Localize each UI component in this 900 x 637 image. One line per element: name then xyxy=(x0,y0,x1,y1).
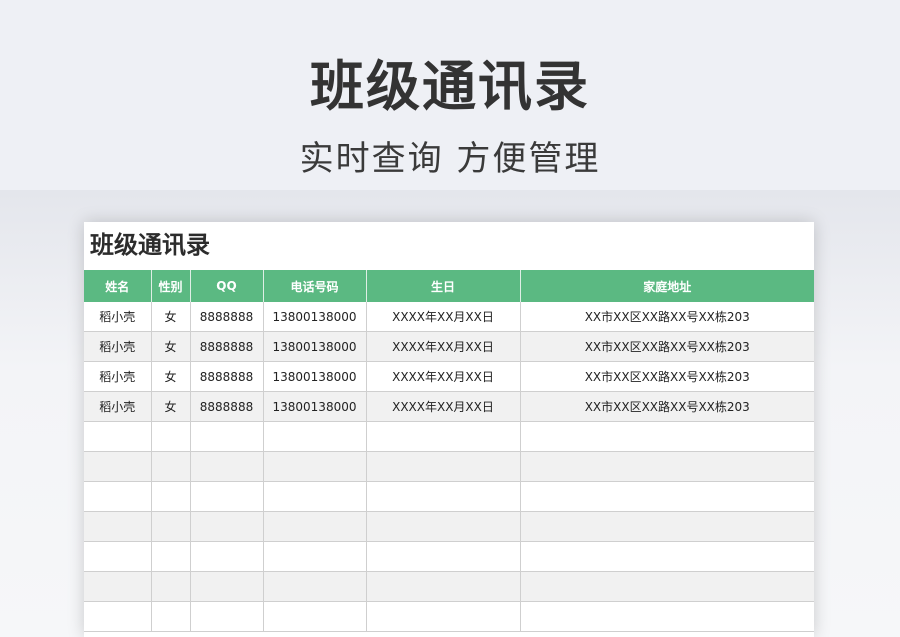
cell-qq[interactable]: 8888888 xyxy=(190,391,264,422)
cell-birthday[interactable]: XXXX年XX月XX日 xyxy=(366,302,521,332)
cell-qq[interactable]: 8888888 xyxy=(190,331,264,362)
header-gender[interactable]: 性别 xyxy=(151,270,191,302)
cell-name[interactable]: 稻小壳 xyxy=(84,331,152,362)
cell-name[interactable] xyxy=(84,481,152,512)
header-name[interactable]: 姓名 xyxy=(84,270,152,302)
cell-name[interactable]: 稻小壳 xyxy=(84,391,152,422)
cell-gender[interactable]: 女 xyxy=(151,391,191,422)
cell-gender[interactable] xyxy=(151,601,191,632)
table-row: 稻小壳 女 8888888 13800138000 XXXX年XX月XX日 XX… xyxy=(84,391,814,422)
hero-subtitle: 实时查询 方便管理 xyxy=(299,139,601,179)
cell-qq[interactable] xyxy=(190,421,264,452)
cell-gender[interactable] xyxy=(151,451,191,482)
cell-qq[interactable] xyxy=(190,511,264,542)
cell-address[interactable] xyxy=(520,451,814,482)
cell-gender[interactable] xyxy=(151,541,191,572)
cell-phone[interactable] xyxy=(263,571,367,602)
cell-address[interactable] xyxy=(520,601,814,632)
table-row-empty xyxy=(84,571,814,602)
cell-address[interactable] xyxy=(520,481,814,512)
cell-address[interactable] xyxy=(520,571,814,602)
cell-birthday[interactable]: XXXX年XX月XX日 xyxy=(366,391,521,422)
cell-gender[interactable]: 女 xyxy=(151,361,191,392)
cell-birthday[interactable] xyxy=(366,421,521,452)
cell-gender[interactable] xyxy=(151,511,191,542)
cell-address[interactable] xyxy=(520,541,814,572)
header-birthday[interactable]: 生日 xyxy=(366,270,521,302)
cell-phone[interactable] xyxy=(263,451,367,482)
cell-address[interactable] xyxy=(520,511,814,542)
header-phone[interactable]: 电话号码 xyxy=(263,270,367,302)
cell-name[interactable]: 稻小壳 xyxy=(84,302,152,332)
header-qq[interactable]: QQ xyxy=(190,270,264,302)
cell-phone[interactable] xyxy=(263,421,367,452)
cell-name[interactable] xyxy=(84,541,152,572)
cell-address[interactable] xyxy=(520,421,814,452)
cell-name[interactable] xyxy=(84,421,152,452)
cell-birthday[interactable] xyxy=(366,601,521,632)
table-row-empty xyxy=(84,601,814,632)
cell-qq[interactable] xyxy=(190,481,264,512)
cell-birthday[interactable] xyxy=(366,571,521,602)
cell-birthday[interactable]: XXXX年XX月XX日 xyxy=(366,361,521,392)
table-row: 稻小壳 女 8888888 13800138000 XXXX年XX月XX日 XX… xyxy=(84,302,814,332)
cell-gender[interactable] xyxy=(151,481,191,512)
cell-name[interactable]: 稻小壳 xyxy=(84,361,152,392)
spreadsheet-preview: 班级通讯录 姓名 性别 QQ 电话号码 生日 家庭地址 稻小壳 女 888888… xyxy=(84,222,814,637)
cell-birthday[interactable] xyxy=(366,481,521,512)
cell-qq[interactable]: 8888888 xyxy=(190,302,264,332)
table-row-empty xyxy=(84,481,814,512)
cell-qq[interactable] xyxy=(190,541,264,572)
cell-phone[interactable] xyxy=(263,601,367,632)
cell-phone[interactable]: 13800138000 xyxy=(263,302,367,332)
cell-phone[interactable] xyxy=(263,481,367,512)
cell-birthday[interactable] xyxy=(366,541,521,572)
hero-title: 班级通讯录 xyxy=(310,55,590,118)
table-row-empty xyxy=(84,421,814,452)
cell-qq[interactable] xyxy=(190,451,264,482)
cell-phone[interactable]: 13800138000 xyxy=(263,331,367,362)
cell-address[interactable]: XX市XX区XX路XX号XX栋203 xyxy=(520,331,814,362)
cell-birthday[interactable] xyxy=(366,451,521,482)
cell-address[interactable]: XX市XX区XX路XX号XX栋203 xyxy=(520,302,814,332)
cell-phone[interactable] xyxy=(263,511,367,542)
cell-gender[interactable]: 女 xyxy=(151,331,191,362)
cell-name[interactable] xyxy=(84,451,152,482)
cell-address[interactable]: XX市XX区XX路XX号XX栋203 xyxy=(520,391,814,422)
table-row-empty xyxy=(84,451,814,482)
cell-gender[interactable]: 女 xyxy=(151,302,191,332)
cell-birthday[interactable] xyxy=(366,511,521,542)
cell-qq[interactable] xyxy=(190,571,264,602)
cell-qq[interactable]: 8888888 xyxy=(190,361,264,392)
cell-phone[interactable] xyxy=(263,541,367,572)
cell-name[interactable] xyxy=(84,571,152,602)
cell-gender[interactable] xyxy=(151,421,191,452)
contact-table: 姓名 性别 QQ 电话号码 生日 家庭地址 稻小壳 女 8888888 1380… xyxy=(84,270,814,632)
table-row: 稻小壳 女 8888888 13800138000 XXXX年XX月XX日 XX… xyxy=(84,331,814,362)
table-row-empty xyxy=(84,541,814,572)
cell-qq[interactable] xyxy=(190,601,264,632)
sheet-title: 班级通讯录 xyxy=(90,231,210,259)
cell-name[interactable] xyxy=(84,511,152,542)
cell-phone[interactable]: 13800138000 xyxy=(263,391,367,422)
cell-phone[interactable]: 13800138000 xyxy=(263,361,367,392)
table-row-empty xyxy=(84,511,814,542)
cell-birthday[interactable]: XXXX年XX月XX日 xyxy=(366,331,521,362)
cell-gender[interactable] xyxy=(151,571,191,602)
header-row: 姓名 性别 QQ 电话号码 生日 家庭地址 xyxy=(84,270,814,302)
cell-name[interactable] xyxy=(84,601,152,632)
cell-address[interactable]: XX市XX区XX路XX号XX栋203 xyxy=(520,361,814,392)
table-row: 稻小壳 女 8888888 13800138000 XXXX年XX月XX日 XX… xyxy=(84,361,814,392)
header-address[interactable]: 家庭地址 xyxy=(520,270,814,302)
